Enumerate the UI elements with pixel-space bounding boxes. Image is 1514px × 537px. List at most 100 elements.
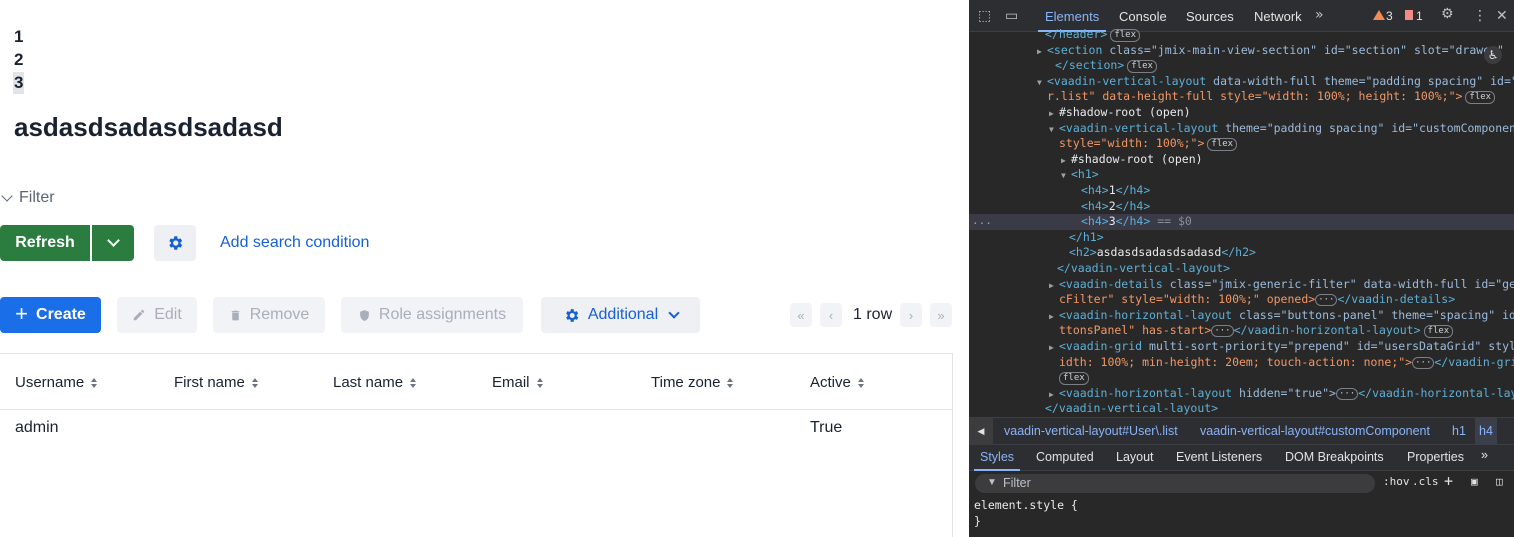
previous-page-button[interactable]: ‹ <box>820 303 842 327</box>
dom-line[interactable]: <h4>1</h4> <box>969 183 1514 199</box>
sort-icon[interactable] <box>91 377 98 388</box>
flex-badge[interactable]: flex <box>1127 60 1157 74</box>
tab-dom-breakpoints[interactable]: DOM Breakpoints <box>1285 450 1384 464</box>
new-style-rule-icon[interactable]: + <box>1444 472 1453 490</box>
filter-toggle[interactable]: Filter <box>0 189 55 207</box>
breadcrumb-item[interactable]: vaadin-vertical-layout#User\.list <box>1004 424 1178 438</box>
first-page-button[interactable]: « <box>790 303 812 327</box>
tab-styles[interactable]: Styles <box>980 450 1014 464</box>
flex-badge[interactable]: flex <box>1423 325 1454 339</box>
warning-count[interactable]: 3 <box>1386 9 1393 23</box>
dom-line[interactable]: ▶ <vaadin-horizontal-layout class="button… <box>969 308 1514 324</box>
dom-line[interactable]: </header> flex <box>969 27 1514 43</box>
sort-icon[interactable] <box>857 377 864 388</box>
column-header-active[interactable]: Active <box>810 374 864 391</box>
additional-menu-button[interactable]: Additional <box>541 297 700 333</box>
close-icon[interactable]: ✕ <box>1496 8 1508 24</box>
tab-sources[interactable]: Sources <box>1186 9 1234 24</box>
dom-line[interactable]: <h2>asdasdsadasdsadasd</h2> <box>969 245 1514 261</box>
collapse-triangle-icon[interactable]: ▼ <box>1061 168 1071 184</box>
column-header-last-name[interactable]: Last name <box>333 374 417 391</box>
dom-line[interactable]: ▶ <section class="jmix-main-view-section"… <box>969 43 1514 59</box>
flex-badge[interactable]: flex <box>1110 29 1140 42</box>
tab-computed[interactable]: Computed <box>1036 450 1094 464</box>
hov-toggle[interactable]: :hov <box>1383 475 1410 488</box>
dom-line[interactable]: ▶ <vaadin-grid multi-sort-priority="prepe… <box>969 339 1514 355</box>
error-count[interactable]: 1 <box>1416 9 1423 23</box>
warning-icon[interactable] <box>1373 10 1385 20</box>
flex-badge[interactable]: flex <box>1465 91 1496 105</box>
expand-triangle-icon[interactable]: ▶ <box>1049 387 1059 403</box>
sort-icon[interactable] <box>727 377 734 388</box>
dom-line[interactable]: </vaadin-vertical-layout> <box>969 401 1514 417</box>
dom-line[interactable]: idth: 100%; min-height: 20em; touch-acti… <box>969 355 1514 371</box>
dom-line[interactable]: </h1> <box>969 230 1514 246</box>
ellipsis-badge[interactable]: ··· <box>1335 387 1359 400</box>
breadcrumb-item[interactable]: vaadin-vertical-layout#customComponent <box>1200 424 1430 438</box>
device-toolbar-icon[interactable]: ▭ <box>1005 8 1018 24</box>
ellipsis-badge[interactable]: ··· <box>1412 356 1435 369</box>
role-assignments-button[interactable]: Role assignments <box>341 297 523 333</box>
dom-line[interactable]: style="width: 100%;"> flex <box>969 136 1514 152</box>
column-header-first-name[interactable]: First name <box>174 374 258 391</box>
refresh-dropdown-button[interactable] <box>92 225 134 261</box>
collapse-triangle-icon[interactable]: ▼ <box>1049 122 1059 138</box>
tab-console[interactable]: Console <box>1119 9 1167 24</box>
column-header-time-zone[interactable]: Time zone <box>651 374 734 391</box>
expand-triangle-icon[interactable]: ▶ <box>1049 106 1059 122</box>
styles-filter-input[interactable]: ▼ Filter <box>975 474 1375 493</box>
column-header-email[interactable]: Email <box>492 374 543 391</box>
flex-badge[interactable]: flex <box>1059 372 1089 386</box>
dom-line[interactable]: ▶ <vaadin-horizontal-layout hidden="true"… <box>969 386 1514 402</box>
more-tabs-icon[interactable]: » <box>1481 448 1488 462</box>
column-header-username[interactable]: Username <box>15 374 98 391</box>
breadcrumb-item[interactable]: h1 <box>1452 424 1466 438</box>
dom-line[interactable]: </section> flex <box>969 58 1514 74</box>
settings-gear-icon[interactable]: ⚙ <box>1441 6 1454 22</box>
ellipsis-badge[interactable]: ··· <box>1211 325 1234 338</box>
dom-line[interactable]: flex <box>969 370 1514 386</box>
more-actions-icon[interactable]: ··· <box>972 216 992 232</box>
create-button[interactable]: + Create <box>0 297 101 333</box>
expand-triangle-icon[interactable]: ▶ <box>1061 153 1071 169</box>
dom-tree[interactable]: </header> flex ▶ <section class="jmix-main… <box>969 27 1514 417</box>
tab-properties[interactable]: Properties <box>1407 450 1464 464</box>
sort-icon[interactable] <box>251 377 258 388</box>
cls-toggle[interactable]: .cls <box>1412 475 1439 488</box>
breadcrumb-item-selected[interactable]: h4 <box>1475 418 1497 445</box>
tab-event-listeners[interactable]: Event Listeners <box>1176 450 1262 464</box>
expand-triangle-icon[interactable]: ▶ <box>1049 278 1059 294</box>
expand-triangle-icon[interactable]: ▶ <box>1037 44 1047 60</box>
error-icon[interactable] <box>1405 10 1413 20</box>
dom-line[interactable]: ▶ #shadow-root (open) <box>969 105 1514 121</box>
remove-button[interactable]: Remove <box>213 297 325 333</box>
dom-line[interactable]: ▼ <h1> <box>969 167 1514 183</box>
sidebar-toggle-icon[interactable]: ◫ <box>1496 475 1503 488</box>
tab-network[interactable]: Network <box>1254 9 1302 24</box>
tab-layout[interactable]: Layout <box>1116 450 1154 464</box>
inspect-element-icon[interactable]: ⬚ <box>978 8 991 24</box>
more-tabs-icon[interactable]: » <box>1315 7 1324 23</box>
ellipsis-badge[interactable]: ··· <box>1315 294 1338 307</box>
element-style-rule[interactable]: element.style { <box>974 498 1078 512</box>
last-page-button[interactable]: » <box>930 303 952 327</box>
dom-line[interactable]: r.list" data-height-full style="width: 1… <box>969 89 1514 105</box>
accessibility-icon[interactable]: ♿ <box>1484 46 1502 64</box>
dom-line-selected[interactable]: <h4>3</h4> == $0 <box>969 214 1514 230</box>
dom-line[interactable]: ttonsPanel" has-start> ··· </vaadin-horizo… <box>969 323 1514 339</box>
filter-settings-button[interactable] <box>154 225 196 261</box>
dom-line[interactable]: ▶ <vaadin-details class="jmix-generic-fil… <box>969 277 1514 293</box>
sort-icon[interactable] <box>536 377 543 388</box>
paint-icon[interactable]: ▣ <box>1471 475 1478 488</box>
expand-triangle-icon[interactable]: ▶ <box>1049 340 1059 356</box>
collapse-triangle-icon[interactable]: ▼ <box>1037 75 1047 91</box>
dom-line[interactable]: <h4>2</h4> <box>969 199 1514 215</box>
more-options-icon[interactable]: ⋮ <box>1473 8 1487 24</box>
dom-line[interactable]: cFilter" style="width: 100%;" opened> ···… <box>969 292 1514 308</box>
sort-icon[interactable] <box>410 377 417 388</box>
dom-line[interactable]: ▼ <vaadin-vertical-layout theme="padding … <box>969 121 1514 137</box>
next-page-button[interactable]: › <box>900 303 922 327</box>
edit-button[interactable]: Edit <box>117 297 197 333</box>
flex-badge[interactable]: flex <box>1207 138 1238 152</box>
dom-line[interactable]: </vaadin-vertical-layout> <box>969 261 1514 277</box>
